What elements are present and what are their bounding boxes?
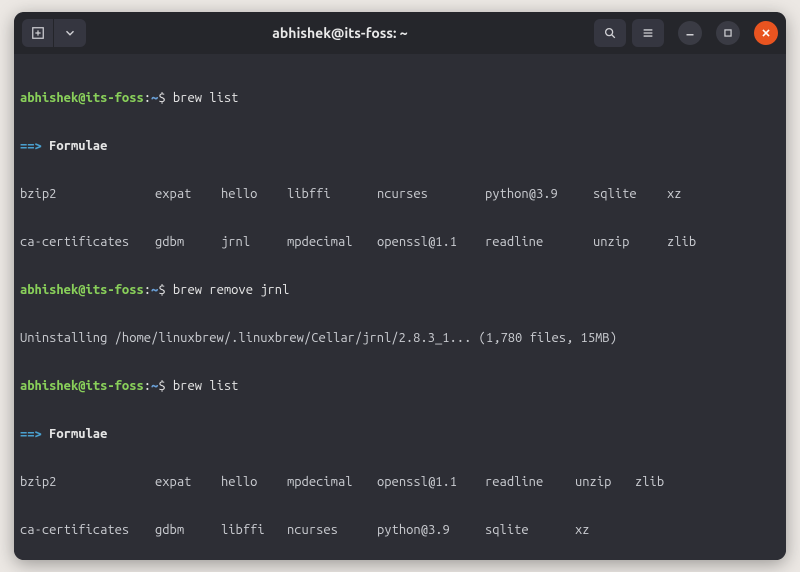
command-text: brew remove jrnl [173,283,289,297]
command-text: brew list [173,379,239,393]
new-tab-button[interactable] [22,19,54,47]
formula-row: bzip2expathellolibffincursespython@3.9sq… [20,186,780,202]
hamburger-menu-button[interactable] [632,19,664,47]
heading-formulae: ==> Formulae [20,426,780,442]
new-tab-menu-button[interactable] [54,19,86,47]
search-button[interactable] [594,19,626,47]
output-line: Uninstalling /home/linuxbrew/.linuxbrew/… [20,330,780,346]
titlebar: abhishek@its-foss: ~ [14,12,786,54]
terminal-body[interactable]: abhishek@its-foss:~$ brew list ==> Formu… [14,54,786,560]
minimize-button[interactable] [678,21,702,45]
prompt-line: abhishek@its-foss:~$ brew list [20,378,780,394]
prompt-line: abhishek@its-foss:~$ brew remove jrnl [20,282,780,298]
new-tab-split [22,19,86,47]
window-title: abhishek@its-foss: ~ [92,25,588,41]
heading-formulae: ==> Formulae [20,138,780,154]
terminal-window: abhishek@its-foss: ~ abhishek@its-foss:~… [14,12,786,560]
formula-row: ca-certificatesgdbmlibffincursespython@3… [20,522,780,538]
maximize-button[interactable] [716,21,740,45]
formula-row: ca-certificatesgdbmjrnlmpdecimalopenssl@… [20,234,780,250]
command-text: brew list [173,91,239,105]
close-button[interactable] [754,21,778,45]
formula-row: bzip2expathellompdecimalopenssl@1.1readl… [20,474,780,490]
prompt-line: abhishek@its-foss:~$ brew list [20,90,780,106]
